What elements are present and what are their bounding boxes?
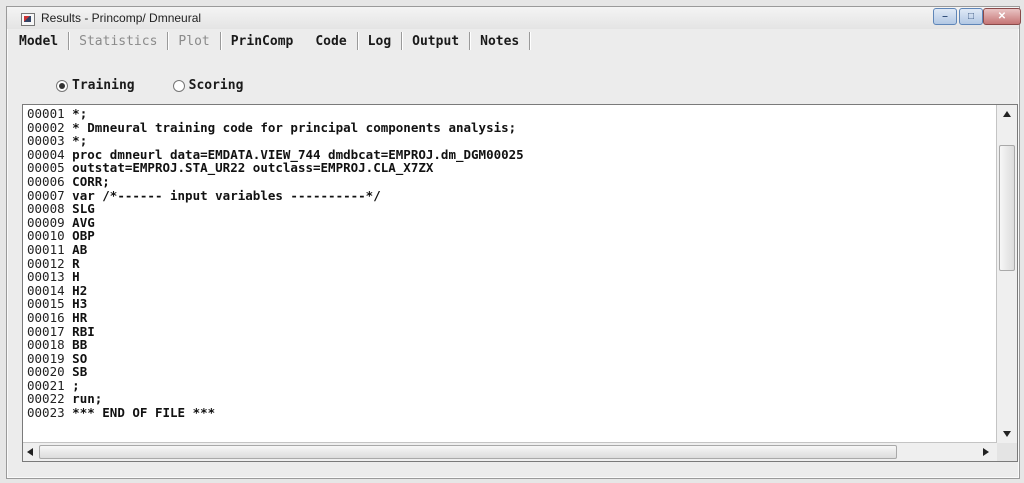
maximize-icon: □ — [967, 10, 975, 22]
tab-log[interactable]: Log — [362, 34, 397, 49]
minimize-icon: – — [942, 10, 948, 22]
code-line: 00011 AB — [27, 243, 993, 257]
scroll-right-icon[interactable] — [983, 448, 989, 456]
tab-output[interactable]: Output — [406, 34, 465, 49]
code-line: 00007 var /*------ input variables -----… — [27, 187, 993, 203]
code-line: 00022 run; — [27, 392, 993, 406]
code-line: 00001 *; — [27, 107, 993, 121]
code-text: var /*------ input variables ----------*… — [72, 187, 381, 203]
tab-divider — [356, 32, 358, 50]
tab-plot[interactable]: Plot — [172, 34, 215, 49]
tab-statistics[interactable]: Statistics — [73, 34, 163, 49]
tab-divider — [219, 32, 221, 50]
tab-divider — [68, 32, 70, 50]
code-line: 00016 HR — [27, 311, 993, 325]
training-label: Training — [72, 78, 135, 93]
tab-code[interactable]: Code — [309, 34, 352, 49]
code-line: 00021 ; — [27, 379, 993, 393]
code-line: 00012 R — [27, 256, 993, 271]
code-line: 00013 H — [27, 270, 993, 284]
maximize-button[interactable]: □ — [959, 8, 983, 25]
code-text: * Dmneural training code for principal c… — [72, 119, 517, 135]
tab-divider — [529, 32, 531, 50]
close-button[interactable]: ✕ — [983, 8, 1021, 25]
code-line: 00020 SB — [27, 365, 993, 379]
code-line: 00019 SO — [27, 351, 993, 366]
scoring-label: Scoring — [188, 78, 244, 93]
minimize-button[interactable]: – — [933, 8, 957, 25]
code-line: 00018 BB — [27, 338, 993, 352]
scroll-up-icon[interactable] — [1003, 111, 1011, 117]
tab-model[interactable]: Model — [13, 34, 64, 49]
scroll-down-icon[interactable] — [1003, 431, 1011, 437]
vertical-scroll-thumb[interactable] — [999, 145, 1015, 271]
code-line: 00004 proc dmneurl data=EMDATA.VIEW_744 … — [27, 147, 993, 162]
mode-options: Training Scoring — [56, 78, 243, 93]
code-viewer[interactable]: 00001 *; 00002 * Dmneural training code f… — [22, 104, 1018, 462]
horizontal-scrollbar[interactable] — [23, 442, 997, 461]
training-radio[interactable] — [56, 79, 68, 92]
tab-divider — [401, 32, 403, 50]
close-icon: ✕ — [997, 10, 1007, 22]
window-title: Results - Princomp/ Dmneural — [41, 11, 202, 25]
scrollbar-corner — [997, 443, 1017, 461]
code-line: 00006 CORR; — [27, 175, 993, 189]
code-line: 00014 H2 — [27, 283, 993, 298]
code-line: 00005 outstat=EMPROJ.STA_UR22 outclass=E… — [27, 161, 993, 175]
title-bar[interactable]: Results - Princomp/ Dmneural – □ ✕ — [7, 7, 1021, 29]
tab-divider — [167, 32, 169, 50]
code-line: 00015 H3 — [27, 297, 993, 311]
training-option[interactable]: Training — [56, 78, 135, 93]
code-line: 00008 SLG — [27, 202, 993, 216]
line-number: 00023 — [27, 405, 65, 421]
code-line: 00002 * Dmneural training code for princ… — [27, 119, 993, 135]
code-line: 00009 AVG — [27, 215, 993, 230]
scoring-radio[interactable] — [172, 79, 185, 92]
code-text: *** END OF FILE *** — [72, 405, 216, 421]
horizontal-scroll-thumb[interactable] — [39, 445, 897, 459]
app-icon — [21, 13, 35, 26]
code-line: 00017 RBI — [27, 324, 993, 339]
scroll-left-icon[interactable] — [27, 448, 33, 456]
code-line: 00010 OBP — [27, 229, 993, 243]
code-text: outstat=EMPROJ.STA_UR22 outclass=EMPROJ.… — [72, 160, 434, 176]
tab-notes[interactable]: Notes — [474, 34, 525, 49]
scoring-option[interactable]: Scoring — [172, 78, 244, 93]
tab-princomp[interactable]: PrinComp — [225, 34, 300, 49]
tab-bar: Model Statistics Plot PrinComp Code Log … — [13, 29, 1009, 53]
vertical-scrollbar[interactable] — [996, 105, 1017, 443]
code-text-area[interactable]: 00001 *; 00002 * Dmneural training code f… — [27, 107, 993, 443]
code-line: 00023 *** END OF FILE *** — [27, 406, 993, 420]
tab-divider — [469, 32, 471, 50]
code-line: 00003 *; — [27, 134, 993, 148]
